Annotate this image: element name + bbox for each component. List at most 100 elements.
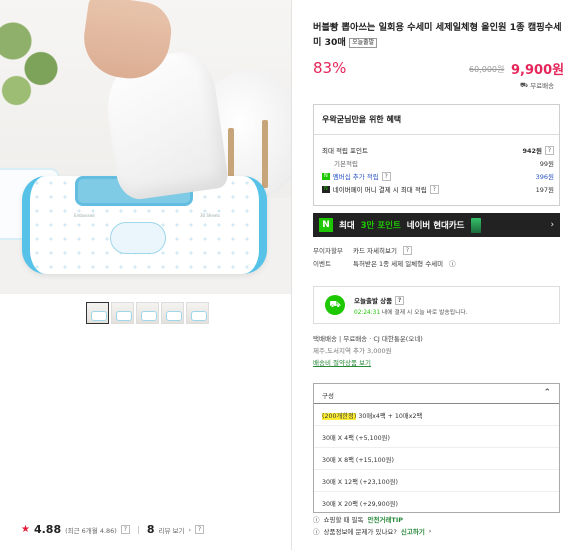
benefit-box: 우왁굳님만을 위한 혜택 최대 적립 포인트 942원 ? 기본적립 99원 N…	[313, 104, 560, 206]
thumbnail[interactable]	[111, 302, 134, 324]
option-placeholder: 구성	[322, 392, 334, 400]
shipping-save-link[interactable]: 배송비 절약상품 보기	[313, 357, 371, 367]
card-promo-banner[interactable]: N 최대 3만 포인트 네이버 현대카드 ›	[313, 213, 560, 237]
naver-pay-icon: N	[322, 185, 330, 193]
installment-link[interactable]: 카드 자세히보기	[353, 245, 397, 255]
max-points-row: 최대 적립 포인트 942원 ?	[322, 145, 554, 155]
option-select[interactable]: 구성 ⌃ (200개한정) 30매x4팩 + 10매x2팩 30매 X 4팩 (…	[313, 383, 560, 513]
safe-trade-line: ⓘ 쇼핑할 때 필독 안전거래TIP	[313, 514, 403, 524]
option-item[interactable]: 30매 X 12팩 (+23,100원)	[314, 470, 559, 492]
benefit-row-basic: 기본적립 99원	[322, 158, 554, 168]
separator	[137, 525, 139, 534]
benefit-label[interactable]: 네이버페이 머니 결제 시 최대 적립	[333, 184, 427, 194]
benefit-row-membership: N 멤버십 추가 적립 ? 396원	[322, 171, 554, 181]
report-link[interactable]: 신고하기	[401, 526, 425, 536]
thumbnail-strip	[86, 302, 209, 324]
option-text: 30매 X 8팩 (+15,100원)	[322, 457, 394, 464]
rack-decoration	[262, 120, 268, 188]
max-points-value: 942원	[522, 147, 542, 155]
help-icon[interactable]: ?	[195, 525, 205, 534]
free-shipping: ⛟ 무료배송	[520, 80, 555, 91]
option-item[interactable]: (200개한정) 30매x4팩 + 10매x2팩	[314, 404, 559, 426]
help-icon[interactable]: ?	[120, 525, 130, 534]
review-link[interactable]: 리뷰 보기	[159, 525, 185, 535]
info-icon: ⓘ	[313, 528, 320, 536]
help-icon[interactable]: ?	[381, 171, 391, 181]
report-line: ⓘ 상품정보에 문제가 있나요? 신고하기 ›	[313, 526, 431, 536]
chevron-right-icon: ›	[428, 527, 432, 535]
free-shipping-label: 무료배송	[530, 82, 555, 90]
rating-bar: ★ 4.88 (최근 6개월 4.86) ? 8 리뷰 보기 › ?	[21, 523, 205, 536]
thumbnail[interactable]	[136, 302, 159, 324]
original-price: 60,000원	[469, 65, 505, 74]
report-prefix: 상품정보에 문제가 있나요?	[323, 528, 397, 536]
truck-icon: ⛟	[520, 80, 529, 89]
card-promo-highlight: 3만 포인트	[360, 221, 401, 231]
today-ship-tag: 오늘출발	[349, 37, 378, 48]
event-line: 이벤트 특허받은 1종 세제 일체형 수세미 ⓘ	[313, 258, 456, 268]
benefit-value: 197원	[535, 186, 554, 194]
shipping-method: 택배배송 | 무료배송 · CJ 대한통운(오네)	[313, 335, 423, 343]
today-delivery-title: 오늘출발 상품	[354, 297, 393, 305]
event-text: 특허받은 1종 세제 일체형 수세미	[353, 260, 444, 268]
max-points-label: 최대 적립 포인트	[322, 147, 368, 155]
pack-label-left: Embossed	[74, 213, 95, 218]
column-divider	[291, 0, 292, 550]
product-title: 버블빵 뽑아쓰는 일회용 수세미 세제일체형 올인원 1종 캠핑수세미 30매 …	[313, 20, 563, 50]
option-item[interactable]: 30매 X 20팩 (+29,900원)	[314, 492, 559, 514]
thumbnail[interactable]	[161, 302, 184, 324]
check-icon: ⓘ	[313, 516, 320, 524]
installment-key: 무이자할부	[313, 247, 343, 255]
benefit-row-pay: N 네이버페이 머니 결제 시 최대 적립 ? 197원	[322, 184, 554, 194]
benefit-value: 396원	[535, 173, 554, 181]
help-icon[interactable]: ?	[395, 295, 405, 305]
info-icon: ⓘ	[449, 260, 456, 268]
option-select-head[interactable]: 구성 ⌃	[314, 384, 559, 404]
option-item[interactable]: 30매 X 4팩 (+5,100원)	[314, 426, 559, 448]
option-highlight: (200개한정)	[322, 413, 357, 420]
thumbnail[interactable]	[86, 302, 109, 324]
benefit-heading: 우왁굳님만을 위한 혜택	[314, 105, 559, 135]
plant-decoration	[0, 8, 62, 118]
card-promo-prefix: 최대	[339, 221, 355, 231]
chevron-up-icon[interactable]: ⌃	[543, 388, 551, 398]
help-icon[interactable]: ?	[429, 184, 439, 194]
product-main-image: Embossed 30 Sheets	[0, 0, 291, 294]
safe-trade-prefix: 쇼핑할 때 필독	[323, 516, 364, 524]
installment-line: 무이자할부 카드 자세히보기 ?	[313, 245, 412, 255]
today-delivery-desc-row: 02:24:31 내에 결제 시 오늘 바로 발송됩니다.	[354, 307, 468, 316]
star-icon: ★	[21, 524, 30, 535]
safe-trade-link[interactable]: 안전거래TIP	[368, 514, 404, 524]
delivery-truck-icon: ⛟	[325, 295, 345, 315]
chevron-right-icon: ›	[188, 525, 192, 534]
review-count: 8	[146, 523, 155, 536]
deadline-timer: 02:24:31	[354, 310, 381, 316]
option-text: 30매 X 12팩 (+23,100원)	[322, 479, 398, 486]
sale-price: 9,900원	[511, 63, 565, 78]
option-item[interactable]: 30매 X 8팩 (+15,100원)	[314, 448, 559, 470]
benefit-label: 기본적립	[334, 160, 358, 168]
benefit-value: 99원	[539, 160, 554, 168]
rating-score: 4.88	[33, 523, 62, 536]
pack-label-right: 30 Sheets	[200, 213, 221, 218]
discount-rate: 83%	[313, 59, 347, 77]
option-text: 30매 X 20팩 (+29,900원)	[322, 501, 398, 508]
chevron-right-icon: ›	[550, 220, 554, 230]
help-icon[interactable]: ?	[545, 145, 554, 155]
rating-recent: (최근 6개월 4.86)	[65, 526, 117, 535]
thumbnail[interactable]	[186, 302, 209, 324]
today-delivery-desc: 내에 결제 시 오늘 바로 발송됩니다.	[381, 310, 468, 316]
option-text: 30매 X 4팩 (+5,100원)	[322, 435, 390, 442]
today-delivery-box: ⛟ 오늘출발 상품 ? 02:24:31 내에 결제 시 오늘 바로 발송됩니다…	[313, 286, 560, 324]
option-text: 30매x4팩 + 10매x2팩	[356, 413, 423, 420]
help-icon[interactable]: ?	[402, 245, 412, 255]
event-key: 이벤트	[313, 260, 331, 268]
benefit-label[interactable]: 멤버십 추가 적립	[333, 171, 379, 181]
naver-logo-icon: N	[319, 218, 333, 232]
shipping-extra: 제주,도서지역 추가 3,000원	[313, 347, 392, 355]
credit-card-icon	[470, 217, 481, 233]
naver-n-icon: N	[322, 172, 330, 180]
card-promo-suffix: 네이버 현대카드	[406, 221, 465, 231]
today-delivery-title-row: 오늘출발 상품 ?	[354, 295, 405, 305]
pack-cloud-logo	[110, 222, 166, 254]
